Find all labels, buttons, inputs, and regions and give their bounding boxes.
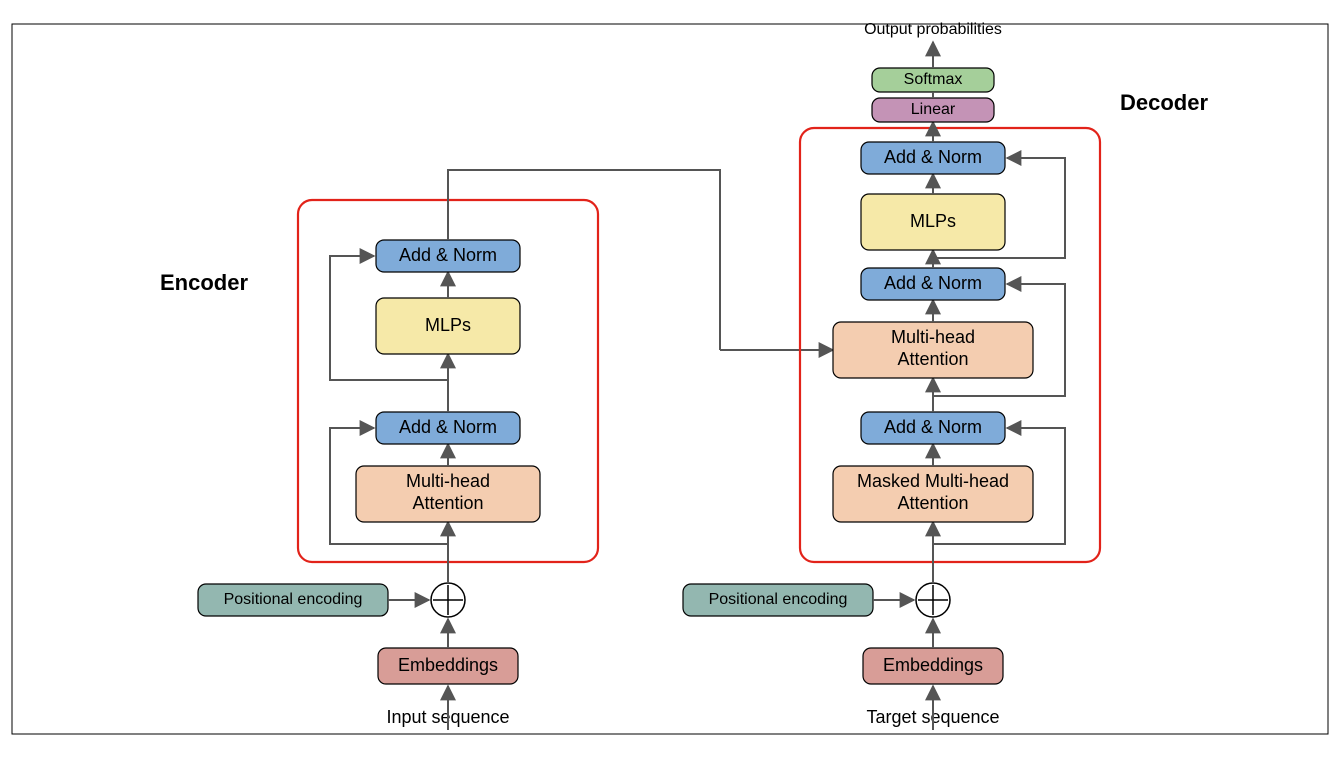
decoder-posenc-text: Positional encoding (709, 591, 848, 608)
encoder-addnorm2-text: Add & Norm (399, 245, 497, 265)
encoder-embeddings-text: Embeddings (398, 655, 498, 675)
decoder-embeddings-text: Embeddings (883, 655, 983, 675)
encoder-posenc-text: Positional encoding (224, 591, 363, 608)
decoder-add-circle (916, 583, 950, 617)
softmax-text: Softmax (904, 71, 963, 88)
encoder-mlp-text: MLPs (425, 315, 471, 335)
decoder-addnorm3-text: Add & Norm (884, 147, 982, 167)
encoder-add-circle (431, 583, 465, 617)
decoder-column: Target sequence Embeddings Positional en… (683, 21, 1208, 730)
decoder-mlp-text: MLPs (910, 211, 956, 231)
linear-text: Linear (911, 101, 956, 118)
decoder-mmha-text2: Attention (897, 493, 968, 513)
decoder-title: Decoder (1120, 90, 1208, 115)
decoder-addnorm1-text: Add & Norm (884, 417, 982, 437)
encoder-column: Input sequence Embeddings Positional enc… (160, 200, 598, 730)
decoder-mmha-text1: Masked Multi-head (857, 471, 1009, 491)
decoder-addnorm2-text: Add & Norm (884, 273, 982, 293)
decoder-crossattn-text1: Multi-head (891, 327, 975, 347)
encoder-mha-text1: Multi-head (406, 471, 490, 491)
encoder-mha-text2: Attention (412, 493, 483, 513)
output-prob-label: Output probabilities (864, 21, 1002, 38)
decoder-crossattn-text2: Attention (897, 349, 968, 369)
diagram-frame (12, 24, 1328, 734)
encoder-addnorm1-text: Add & Norm (399, 417, 497, 437)
encoder-title: Encoder (160, 270, 248, 295)
